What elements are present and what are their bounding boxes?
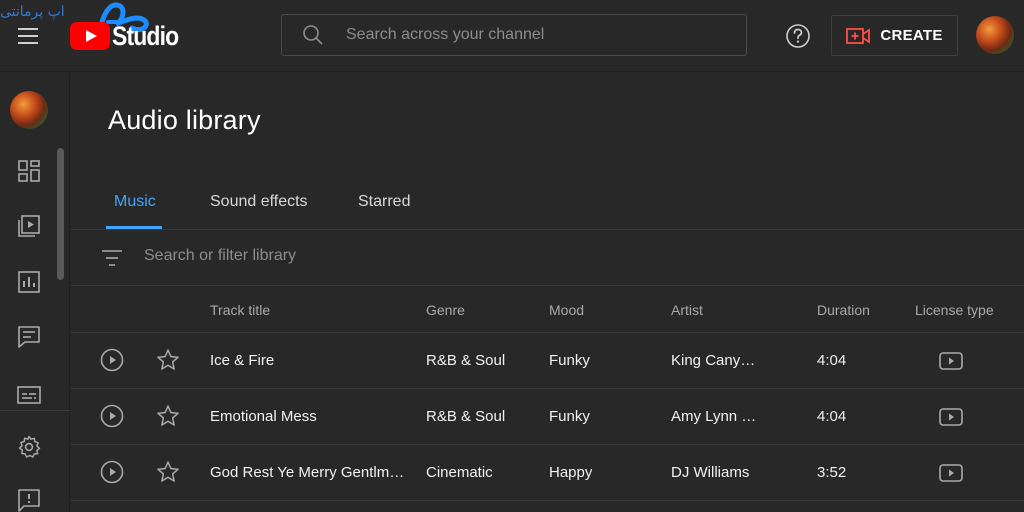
youtube-license-icon bbox=[939, 464, 963, 482]
top-bar: اپ پرمانتی Studio CREATE bbox=[0, 0, 1024, 72]
tab-music[interactable]: Music bbox=[114, 193, 156, 211]
main-content: Audio library Music Sound effects Starre… bbox=[71, 73, 1024, 512]
page-title: Audio library bbox=[108, 105, 261, 135]
channel-search[interactable] bbox=[281, 14, 747, 56]
studio-logo-text: Studio bbox=[112, 20, 179, 51]
feedback-icon[interactable] bbox=[17, 488, 41, 512]
track-artist: Amy Lynn … bbox=[671, 408, 757, 425]
track-title: God Rest Ye Merry Gentlm… bbox=[210, 464, 405, 481]
track-mood: Funky bbox=[549, 352, 590, 369]
track-artist: King Cany… bbox=[671, 352, 756, 369]
star-icon[interactable] bbox=[156, 348, 180, 372]
library-filter[interactable] bbox=[71, 230, 1024, 286]
track-mood: Funky bbox=[549, 408, 590, 425]
sidebar-scrollbar[interactable] bbox=[57, 148, 64, 280]
play-circle-icon[interactable] bbox=[100, 348, 124, 372]
table-row[interactable]: God Rest Ye Merry Gentlm… Cinematic Happ… bbox=[71, 445, 1024, 501]
star-icon[interactable] bbox=[156, 404, 180, 428]
gear-icon[interactable] bbox=[17, 435, 41, 459]
column-duration[interactable]: Duration bbox=[817, 302, 870, 318]
track-genre: R&B & Soul bbox=[426, 408, 506, 425]
create-button[interactable]: CREATE bbox=[831, 15, 958, 56]
column-track-title[interactable]: Track title bbox=[210, 302, 270, 318]
svg-text:اپ پرمانتی: اپ پرمانتی bbox=[0, 4, 65, 20]
play-circle-icon[interactable] bbox=[100, 404, 124, 428]
play-circle-icon[interactable] bbox=[100, 460, 124, 484]
table-header: Track title Genre Mood Artist Duration L… bbox=[71, 286, 1024, 333]
create-button-label: CREATE bbox=[880, 27, 943, 44]
track-duration: 3:52 bbox=[817, 464, 847, 481]
menu-line bbox=[18, 42, 38, 44]
dashboard-icon[interactable] bbox=[17, 159, 41, 183]
search-icon bbox=[303, 25, 323, 45]
column-mood[interactable]: Mood bbox=[549, 302, 584, 318]
table-row[interactable]: Emotional Mess R&B & Soul Funky Amy Lynn… bbox=[71, 389, 1024, 445]
track-title: Ice & Fire bbox=[210, 352, 275, 369]
tab-sound-effects[interactable]: Sound effects bbox=[210, 193, 308, 211]
track-duration: 4:04 bbox=[817, 408, 847, 425]
comments-icon[interactable] bbox=[17, 325, 41, 349]
track-artist: DJ Williams bbox=[671, 464, 750, 481]
sidebar bbox=[0, 73, 70, 512]
column-genre[interactable]: Genre bbox=[426, 302, 465, 318]
star-icon[interactable] bbox=[156, 460, 180, 484]
column-license-type[interactable]: License type bbox=[915, 302, 994, 318]
youtube-logo-icon bbox=[70, 22, 110, 50]
content-icon[interactable] bbox=[17, 214, 41, 238]
track-mood: Happy bbox=[549, 464, 593, 481]
youtube-license-icon bbox=[939, 352, 963, 370]
channel-avatar[interactable] bbox=[10, 91, 48, 129]
track-genre: R&B & Soul bbox=[426, 352, 506, 369]
account-avatar[interactable] bbox=[976, 16, 1014, 54]
channel-search-input[interactable] bbox=[346, 26, 726, 44]
analytics-icon[interactable] bbox=[17, 270, 41, 294]
youtube-studio-logo[interactable]: Studio bbox=[70, 20, 190, 52]
subtitles-icon[interactable] bbox=[17, 383, 41, 407]
table-row[interactable]: Ice & Fire R&B & Soul Funky King Cany… 4… bbox=[71, 333, 1024, 389]
track-duration: 4:04 bbox=[817, 352, 847, 369]
help-icon[interactable] bbox=[785, 23, 811, 49]
track-genre: Cinematic bbox=[426, 464, 493, 481]
youtube-license-icon bbox=[939, 408, 963, 426]
sidebar-divider bbox=[0, 410, 70, 411]
column-artist[interactable]: Artist bbox=[671, 302, 703, 318]
track-title: Emotional Mess bbox=[210, 408, 317, 425]
library-filter-input[interactable] bbox=[144, 247, 744, 265]
filter-icon bbox=[102, 250, 122, 266]
tab-starred[interactable]: Starred bbox=[358, 193, 410, 211]
create-video-icon bbox=[846, 27, 871, 44]
